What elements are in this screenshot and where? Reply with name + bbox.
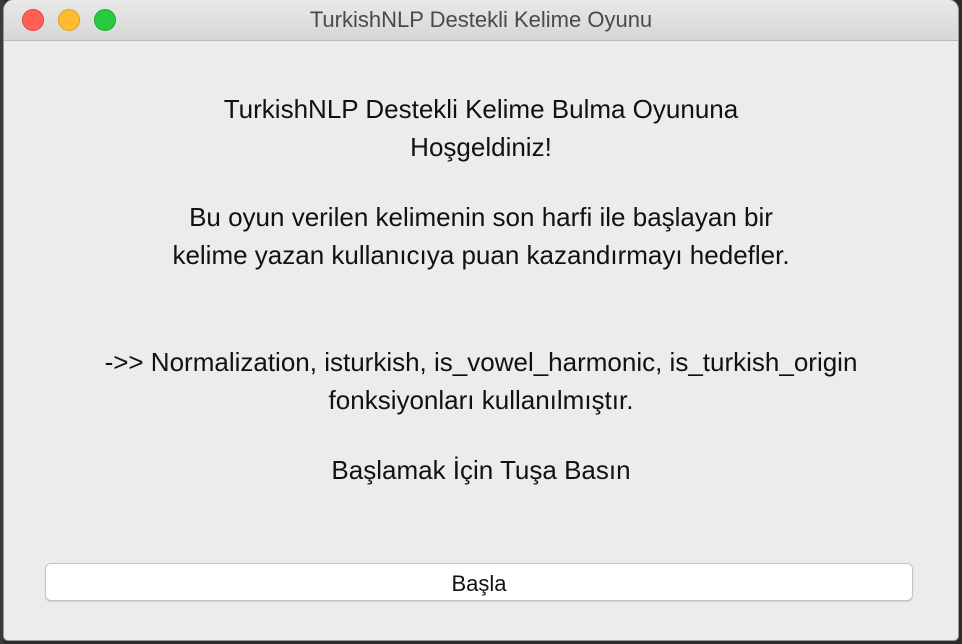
main-content: TurkishNLP Destekli Kelime Bulma Oyununa… [4, 41, 958, 640]
welcome-text-line-2: Hoşgeldiniz! [410, 132, 552, 162]
functions-text-line-1: ->> Normalization, isturkish, is_vowel_h… [104, 347, 858, 377]
functions-text-line-2: fonksiyonları kullanılmıştır. [328, 385, 634, 415]
start-button[interactable]: Başla [45, 563, 913, 601]
description-text-line-2: kelime yazan kullanıcıya puan kazandırma… [172, 240, 790, 270]
title-bar[interactable]: TurkishNLP Destekli Kelime Oyunu [4, 0, 958, 41]
welcome-text-line-1: TurkishNLP Destekli Kelime Bulma Oyununa [223, 94, 739, 124]
description-text-line-1: Bu oyun verilen kelimenin son harfi ile … [189, 202, 773, 232]
window-title: TurkishNLP Destekli Kelime Oyunu [309, 7, 653, 32]
app-window: TurkishNLP Destekli Kelime Oyunu Turkish… [4, 0, 958, 640]
start-prompt-text: Başlamak İçin Tuşa Basın [331, 455, 631, 485]
